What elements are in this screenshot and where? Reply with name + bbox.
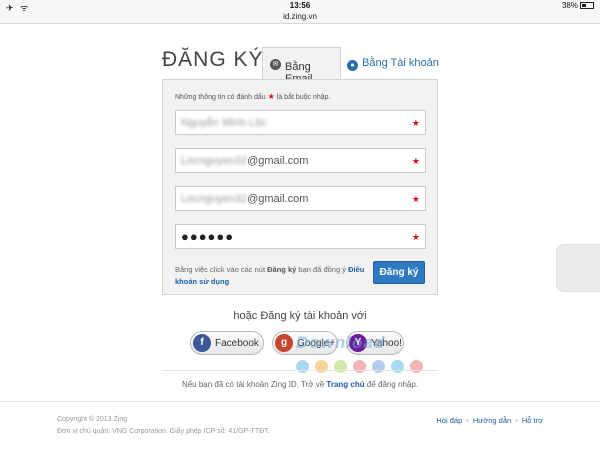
battery-icon <box>580 2 594 9</box>
battery-indicator: 38% <box>562 1 594 10</box>
status-time: 13:56 <box>289 1 311 10</box>
tab-account-label: Bằng Tài khoản <box>362 57 439 69</box>
required-note: Những thông tin có đánh dấu ★ là bắt buộ… <box>175 92 331 101</box>
faq-link[interactable]: Hỏi đáp <box>436 416 462 425</box>
email-field[interactable]: Locnguyen32@gmail.com ★ <box>175 148 426 173</box>
fullname-field[interactable]: Nguyễn Minh Lộc ★ <box>175 110 426 135</box>
copyright: Copyright © 2013 Zing <box>57 416 128 423</box>
required-star-icon: ★ <box>411 194 420 204</box>
confirm-email-field[interactable]: Locnguyen32@gmail.com ★ <box>175 186 426 211</box>
register-button[interactable]: Đăng ký <box>373 261 425 284</box>
footer-links: Hỏi đáp • Hướng dẫn • Hỗ trợ <box>436 416 543 425</box>
facebook-label: Facebook <box>215 338 259 349</box>
facebook-button[interactable]: f Facebook <box>190 331 264 355</box>
password-field[interactable]: ●●●●●● ★ <box>175 224 426 249</box>
google-icon: g <box>275 334 293 352</box>
tab-account[interactable]: ● Bằng Tài khoản <box>347 57 439 71</box>
guide-link[interactable]: Hướng dẫn <box>473 416 511 425</box>
mail-icon: ✉ <box>270 59 281 70</box>
company-info: Đơn vị chủ quản: VNG Corporation. Giấy p… <box>57 428 270 435</box>
fullname-value: Nguyễn Minh Lộc <box>181 117 267 129</box>
login-hint: Nếu bạn đã có tài khoản Zing ID. Trở về … <box>181 380 419 389</box>
terms-text: Bằng việc click vào các nút Đăng ký bạn … <box>175 265 365 286</box>
support-link[interactable]: Hỗ trợ <box>522 416 543 425</box>
status-bar: ✈ ᯤ 13:56 38% <box>0 0 600 13</box>
required-star-icon: ★ <box>411 232 420 242</box>
watermark: Download <box>296 333 386 352</box>
page-title: ĐĂNG KÝ <box>162 48 264 71</box>
social-heading: hoặc Đăng ký tài khoản với <box>233 310 367 322</box>
divider <box>162 370 438 371</box>
home-link[interactable]: Trang chủ <box>326 380 364 389</box>
required-star-icon: ★ <box>411 156 420 166</box>
required-star-icon: ★ <box>267 92 275 101</box>
url-bar[interactable]: id.zing.vn <box>0 12 600 24</box>
user-icon: ● <box>347 60 358 71</box>
confirm-email-value: Locnguyen32@gmail.com <box>181 193 309 205</box>
facebook-icon: f <box>193 334 211 352</box>
tab-email[interactable]: ✉ Bằng Email <box>262 47 341 85</box>
password-value: ●●●●●● <box>181 229 235 244</box>
required-star-icon: ★ <box>411 118 420 128</box>
email-value: Locnguyen32@gmail.com <box>181 155 309 167</box>
assistive-touch-button[interactable] <box>556 244 600 292</box>
register-form: Những thông tin có đánh dấu ★ là bắt buộ… <box>162 79 438 295</box>
footer-divider <box>0 401 600 402</box>
